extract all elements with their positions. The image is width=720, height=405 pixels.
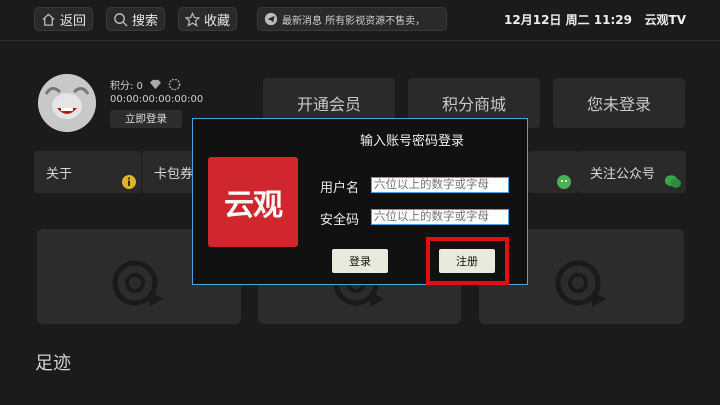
account-status-button[interactable]: 您未登录 [553, 78, 685, 128]
login-button[interactable]: 登录 [332, 249, 388, 273]
search-label: 搜索 [132, 13, 159, 29]
device-id: 00:00:00:00:00:00 [110, 94, 204, 105]
wechat-icon [557, 175, 571, 189]
wechat-icon [664, 175, 682, 188]
news-text: 最新消息 所有影视资源不售卖， [282, 15, 426, 27]
points-text: 积分: 0 [110, 81, 143, 92]
datetime: 12月12日 周二 11:29 [504, 13, 632, 27]
points-row: 积分: 0 [110, 77, 181, 92]
home-icon [42, 12, 55, 26]
wechat-share-button[interactable] [528, 151, 578, 193]
news-ticker: 最新消息 所有影视资源不售卖， [257, 7, 447, 31]
app-name: 云观TV [644, 13, 686, 27]
login-now-button[interactable]: 立即登录 [110, 110, 182, 128]
username-input[interactable] [371, 177, 509, 193]
avatar-face-icon [38, 74, 96, 132]
avatar[interactable] [38, 74, 96, 132]
badge-icon [168, 78, 181, 91]
app-logo: 云观 [208, 157, 298, 247]
register-highlight-box [426, 237, 509, 285]
about-label: 关于 [46, 166, 73, 182]
diamond-icon [149, 79, 161, 90]
video-placeholder-icon [112, 260, 163, 307]
follow-label: 关注公众号 [590, 166, 656, 182]
back-label: 返回 [60, 13, 87, 29]
dialog-title: 输入账号密码登录 [360, 134, 465, 149]
username-label: 用户名 [320, 181, 360, 196]
footprint-heading: 足迹 [35, 353, 71, 374]
card-wallet-button[interactable]: 卡包券 [142, 151, 197, 193]
header-divider [0, 40, 720, 41]
star-icon [185, 11, 200, 27]
password-input[interactable] [371, 209, 509, 225]
logo-text: 云观 [224, 188, 283, 223]
search-button[interactable]: 搜索 [106, 7, 166, 31]
status-clock: 12月12日 周二 11:29 云观TV [504, 11, 686, 28]
follow-account-button[interactable]: 关注公众号 [578, 151, 686, 193]
favorites-label: 收藏 [204, 13, 231, 29]
card-wallet-label: 卡包券 [154, 166, 194, 182]
video-placeholder-icon [555, 260, 606, 307]
about-button[interactable]: 关于 [34, 151, 141, 193]
password-label: 安全码 [320, 213, 360, 228]
search-icon [114, 12, 128, 27]
back-button[interactable]: 返回 [34, 7, 94, 31]
info-icon [122, 175, 136, 189]
telegram-icon [264, 12, 278, 26]
favorites-button[interactable]: 收藏 [178, 7, 238, 31]
